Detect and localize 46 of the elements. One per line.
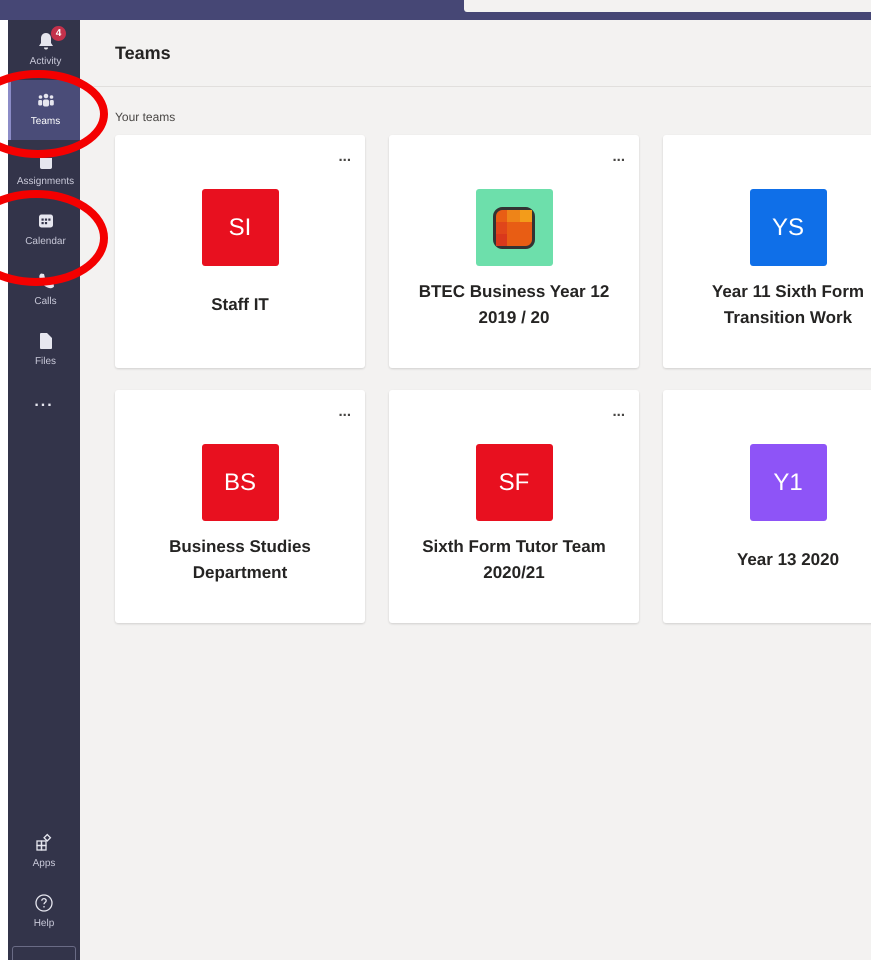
notification-badge: 4: [51, 26, 66, 41]
team-avatar: YS: [750, 189, 826, 266]
rail-item[interactable]: Files: [8, 320, 80, 380]
team-card[interactable]: Y1 Year 13 2020: [663, 390, 871, 623]
rail-label: Calendar: [25, 235, 66, 249]
rail-label: Files: [34, 355, 56, 369]
rail-item[interactable]: Help: [8, 882, 80, 942]
more-options-button[interactable]: ...: [338, 404, 351, 419]
more-button[interactable]: ...: [8, 380, 80, 424]
team-avatar: BS: [202, 444, 278, 521]
team-card[interactable]: ... SI Staff IT: [115, 135, 365, 368]
team-card[interactable]: ... SF Sixth Form Tutor Team 2020/21: [389, 390, 639, 623]
rail-item[interactable]: Teams: [8, 80, 80, 140]
team-name: Sixth Form Tutor Team 2020/21: [421, 536, 607, 584]
team-name: Business Studies Department: [168, 536, 312, 584]
team-name: Year 13 2020: [736, 549, 840, 571]
team-avatar: SF: [476, 444, 552, 521]
rail-label: Help: [34, 917, 54, 931]
section-label: Your teams: [115, 109, 176, 126]
rail-label: Calls: [34, 295, 57, 309]
rail-item[interactable]: 4 Activity: [8, 20, 80, 80]
team-card[interactable]: YS Year 11 Sixth Form Transition Work: [663, 135, 871, 368]
team-avatar: SI: [202, 189, 278, 266]
rail-item[interactable]: Calls: [8, 260, 80, 320]
team-card[interactable]: ... BS Business Studies Department: [115, 390, 365, 623]
team-avatar: Y1: [750, 444, 826, 521]
team-name: Year 11 Sixth Form Transition Work: [710, 281, 866, 329]
apps-icon: [34, 833, 54, 853]
rail-item[interactable]: Apps: [8, 822, 80, 882]
team-name: BTEC Business Year 12 2019 / 20: [418, 281, 610, 329]
rail-item[interactable]: Assignments: [8, 140, 80, 200]
rail-label: Apps: [32, 857, 56, 871]
team-name: Staff IT: [211, 294, 269, 316]
page-title: Teams: [115, 42, 171, 64]
more-options-button[interactable]: ...: [612, 149, 625, 164]
rail-label: Assignments: [16, 175, 74, 189]
rail-button[interactable]: [12, 946, 76, 960]
more-options-button[interactable]: ...: [612, 404, 625, 419]
rail-label: Activity: [30, 55, 62, 69]
help-icon: [34, 893, 54, 913]
more-options-button[interactable]: ...: [338, 149, 351, 164]
tile-icon: [493, 206, 535, 248]
team-card[interactable]: ... BTEC Business Year 12 2019 / 20: [389, 135, 639, 368]
rail-item[interactable]: Calendar: [8, 200, 80, 260]
search-field[interactable]: [464, 0, 871, 12]
rail-label: Teams: [30, 115, 60, 129]
